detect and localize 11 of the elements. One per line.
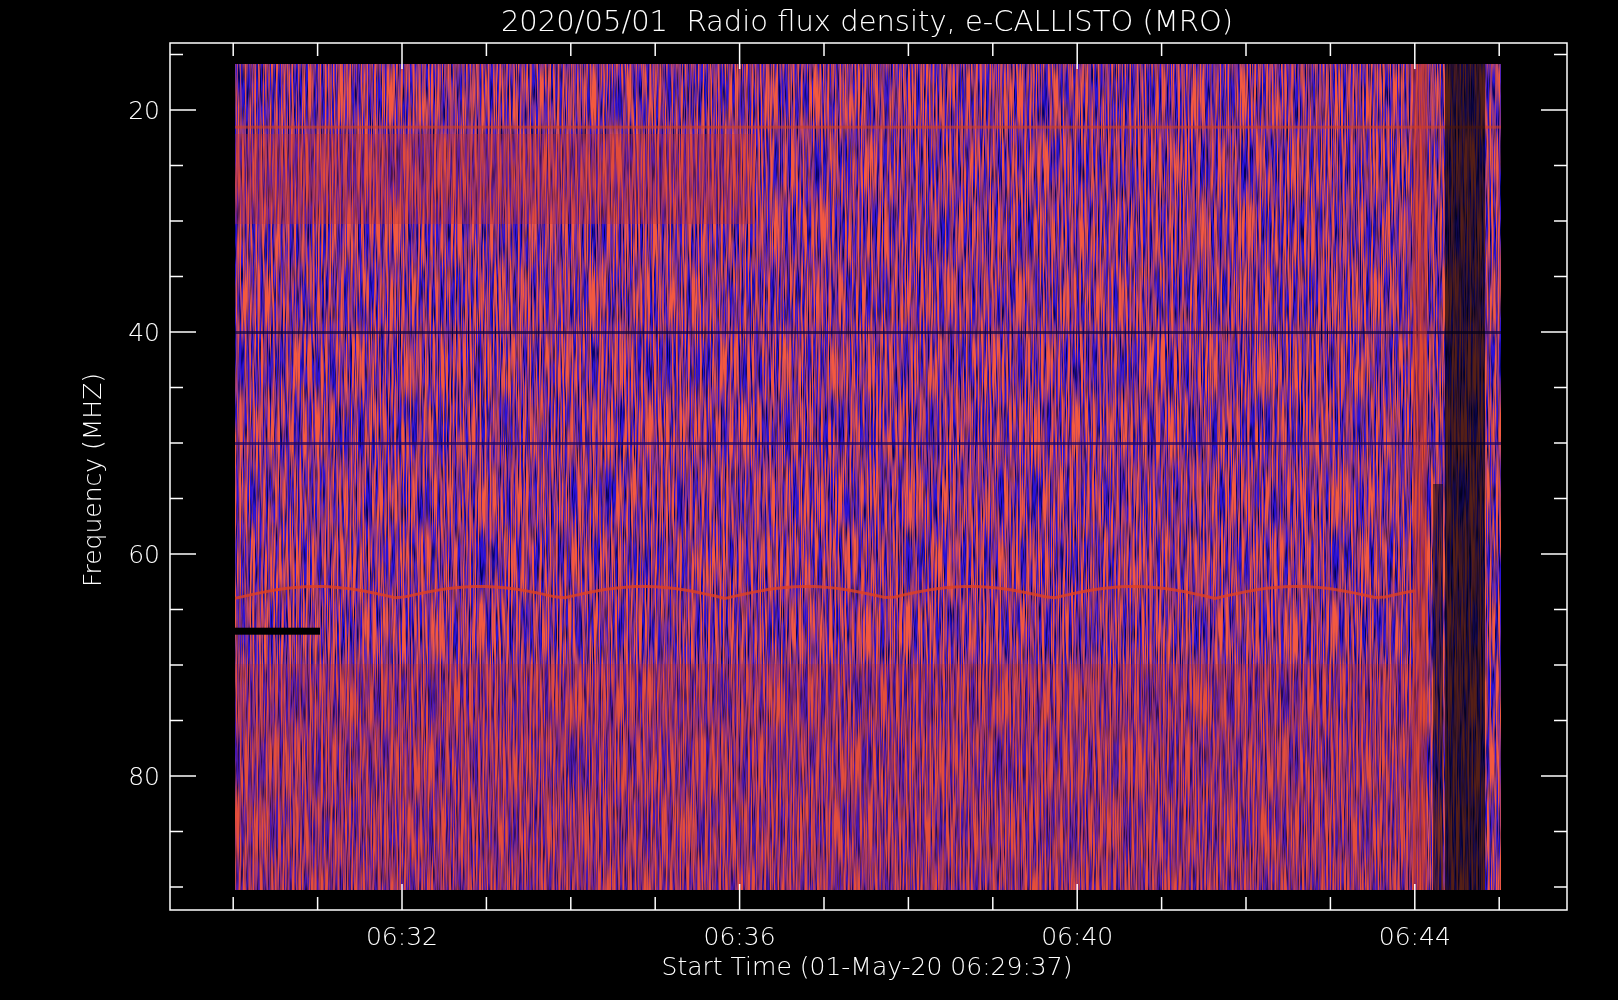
y-tick-label: 20 bbox=[128, 96, 160, 125]
chart-title: 2020/05/01 Radio flux density, e-CALLISTO (MRO) bbox=[500, 4, 1234, 38]
y-tick-label: 80 bbox=[128, 762, 160, 791]
y-tick-label: 40 bbox=[128, 318, 160, 347]
x-tick-label: 06:40 bbox=[1041, 922, 1114, 951]
x-axis-label: Start Time (01-May-20 06:29:37) bbox=[661, 952, 1073, 981]
x-tick-label: 06:36 bbox=[703, 922, 776, 951]
x-tick-label: 06:32 bbox=[366, 922, 438, 951]
y-axis-label: Frequency (MHZ) bbox=[78, 372, 107, 588]
y-tick-label: 60 bbox=[128, 540, 160, 569]
x-tick-label: 06:44 bbox=[1378, 922, 1451, 951]
